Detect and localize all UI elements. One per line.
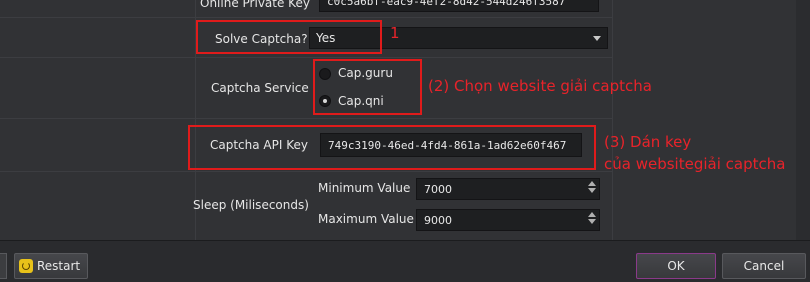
- row-divider: [0, 17, 612, 18]
- annotation-box-3: [188, 125, 596, 170]
- annotation-3-line2: của websitegiải captcha: [604, 155, 786, 173]
- chevron-down-icon: [593, 36, 601, 41]
- left-edge-button[interactable]: [0, 253, 7, 279]
- row-divider: [0, 57, 612, 58]
- min-value-label: Minimum Value: [318, 181, 411, 195]
- button-bar: Restart OK Cancel: [0, 240, 810, 282]
- scrollbar[interactable]: [796, 0, 810, 240]
- ok-label: OK: [667, 259, 685, 273]
- cancel-label: Cancel: [743, 259, 785, 273]
- restart-label: Restart: [37, 259, 81, 273]
- cancel-button[interactable]: Cancel: [722, 253, 806, 279]
- row-divider: [0, 171, 612, 172]
- column-divider-right: [612, 0, 613, 240]
- ok-button[interactable]: OK: [636, 253, 716, 279]
- min-value-input[interactable]: 7000: [416, 178, 600, 200]
- online-private-key-field[interactable]: c0c5a6bf-eac9-4ef2-8d42-544d246f3587: [319, 0, 599, 12]
- annotation-2: (2) Chọn website giải captcha: [428, 77, 652, 95]
- sleep-label: Sleep (Miliseconds): [193, 198, 309, 212]
- max-value-input[interactable]: 9000: [416, 209, 600, 231]
- annotation-3-line1: (3) Dán key: [604, 133, 692, 151]
- online-private-key-label: Online Private Key: [200, 0, 310, 10]
- captcha-service-label: Captcha Service: [211, 81, 309, 95]
- row-divider: [0, 118, 612, 119]
- min-value-spinner[interactable]: [587, 179, 597, 199]
- annotation-box-2: [313, 59, 422, 115]
- restart-icon: [19, 259, 33, 273]
- max-value-spinner[interactable]: [587, 210, 597, 230]
- annotation-1: 1: [390, 24, 400, 42]
- annotation-box-1: [196, 20, 382, 54]
- settings-panel: Online Private Key c0c5a6bf-eac9-4ef2-8d…: [0, 0, 810, 240]
- restart-button[interactable]: Restart: [14, 253, 88, 279]
- max-value-label: Maximum Value: [318, 212, 414, 226]
